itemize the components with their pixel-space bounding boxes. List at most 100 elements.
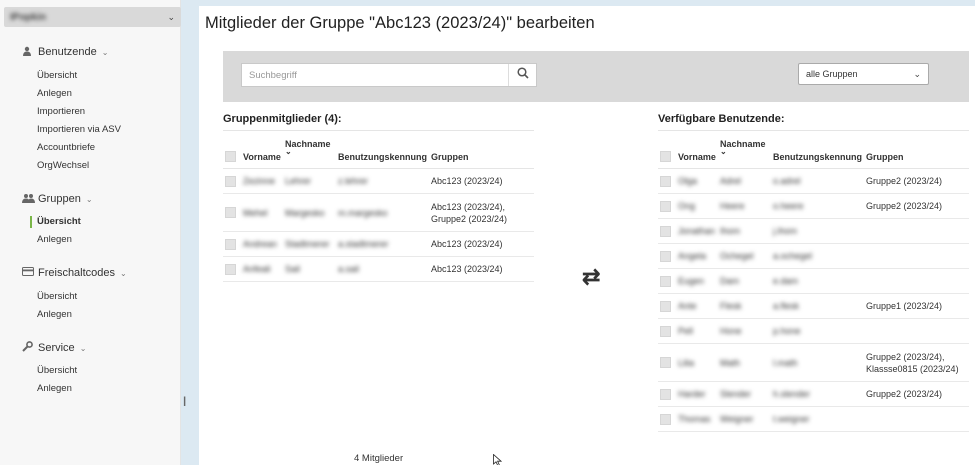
- row-checkbox[interactable]: [660, 200, 671, 212]
- column-gruppen[interactable]: Gruppen: [864, 130, 969, 169]
- table-row[interactable]: Harder Slender h.slender Gruppe2 (2023/2…: [658, 381, 969, 407]
- table-row[interactable]: Pell Hone p.hone: [658, 318, 969, 344]
- column-gruppen[interactable]: Gruppen: [429, 130, 534, 169]
- sidebar-item-orgwechsel[interactable]: OrgWechsel: [37, 160, 89, 171]
- sidebar-item-service-anlegen[interactable]: Anlegen: [37, 383, 72, 394]
- sidebar-item-gruppen-uebersicht[interactable]: Übersicht: [37, 216, 81, 227]
- table-row[interactable]: Eugen Dam e.dam: [658, 268, 969, 294]
- member-count: 4 Mitglieder: [354, 453, 404, 464]
- row-checkbox[interactable]: [225, 207, 236, 219]
- cell-nachname: Dam: [718, 268, 771, 294]
- sidebar-item-benutzende-uebersicht[interactable]: Übersicht: [37, 70, 77, 81]
- cell-vorname: Anfeali: [241, 256, 283, 282]
- column-nachname[interactable]: Nachname ⌄: [283, 130, 336, 169]
- chevron-down-icon: ⌄: [120, 268, 127, 278]
- table-row[interactable]: Angela Ochegel a.ochegel: [658, 243, 969, 269]
- user-icon: [22, 46, 36, 59]
- cell-vorname: Angela: [676, 243, 718, 269]
- cell-kennung: e.dam: [771, 268, 864, 294]
- cell-nachname: Margesko: [283, 193, 336, 232]
- cell-nachname: Ihom: [718, 218, 771, 244]
- row-checkbox[interactable]: [225, 263, 236, 275]
- sidebar-section-benutzende[interactable]: Benutzende ⌄: [22, 45, 108, 59]
- card-icon: [22, 267, 36, 279]
- cell-vorname: Andrean: [241, 231, 283, 257]
- cell-kennung: a.ochegel: [771, 243, 864, 269]
- column-nachname[interactable]: Nachname ⌄: [718, 130, 771, 169]
- cell-vorname: Harder: [676, 381, 718, 407]
- column-vorname[interactable]: Vorname: [241, 130, 283, 169]
- search-input[interactable]: [242, 64, 508, 86]
- group-filter-select[interactable]: alle Gruppen ⌄: [798, 63, 929, 85]
- row-checkbox[interactable]: [660, 250, 671, 262]
- cell-vorname: Mehel: [241, 193, 283, 232]
- sidebar-item-gruppen-anlegen[interactable]: Anlegen: [37, 234, 72, 245]
- cell-vorname: Zezinne: [241, 168, 283, 194]
- cell-kennung: o.heere: [771, 193, 864, 219]
- sidebar-item-service-uebersicht[interactable]: Übersicht: [37, 365, 77, 376]
- cell-kennung: h.slender: [771, 381, 864, 407]
- cell-kennung: z.lehrer: [336, 168, 429, 194]
- available-title: Verfügbare Benutzende:: [658, 113, 785, 125]
- cell-vorname: Lilia: [676, 343, 718, 382]
- select-all-checkbox[interactable]: [225, 151, 236, 162]
- cell-gruppen: [864, 218, 969, 244]
- select-all-checkbox[interactable]: [660, 151, 671, 162]
- column-kennung[interactable]: Benutzungskennung: [771, 130, 864, 169]
- table-row[interactable]: Lilia Math l.math Gruppe2 (2023/24), Kla…: [658, 343, 969, 382]
- cell-nachname: Ochegel: [718, 243, 771, 269]
- cell-nachname: Slender: [718, 381, 771, 407]
- cell-vorname: Eugen: [676, 268, 718, 294]
- cell-gruppen: Abc123 (2023/24): [429, 168, 534, 194]
- sidebar-item-importieren-asv[interactable]: Importieren via ASV: [37, 124, 121, 135]
- cell-kennung: a.flesk: [771, 293, 864, 319]
- sidebar-section-label: Service: [38, 342, 75, 354]
- chevron-down-icon: ⌄: [85, 194, 93, 204]
- table-row[interactable]: Olga Adrel o.adrel Gruppe2 (2023/24): [658, 168, 969, 194]
- table-row[interactable]: Ong Heere o.heere Gruppe2 (2023/24): [658, 193, 969, 219]
- sidebar-item-benutzende-anlegen[interactable]: Anlegen: [37, 88, 72, 99]
- row-checkbox[interactable]: [660, 225, 671, 237]
- row-checkbox[interactable]: [660, 325, 671, 337]
- table-row[interactable]: Anfeali Sail a.sail Abc123 (2023/24): [223, 256, 534, 282]
- table-row[interactable]: Jonathan Ihom j.ihom: [658, 218, 969, 244]
- search-button[interactable]: [508, 64, 536, 86]
- cell-vorname: Olga: [676, 168, 718, 194]
- sidebar-item-accountbriefe[interactable]: Accountbriefe: [37, 142, 95, 153]
- column-vorname[interactable]: Vorname: [676, 130, 718, 169]
- row-checkbox[interactable]: [660, 175, 671, 187]
- table-row[interactable]: Ante Flesk a.flesk Gruppe1 (2023/24): [658, 293, 969, 319]
- swap-icon[interactable]: ⇄: [582, 264, 600, 290]
- search-icon: [516, 66, 529, 84]
- table-row[interactable]: Andrean Stadtmerer a.stadtmerer Abc123 (…: [223, 231, 534, 257]
- table-row[interactable]: Zezinne Lehrer z.lehrer Abc123 (2023/24): [223, 168, 534, 194]
- sidebar-item-freischaltcodes-uebersicht[interactable]: Übersicht: [37, 291, 77, 302]
- cell-vorname: Ante: [676, 293, 718, 319]
- sidebar-section-service[interactable]: Service ⌄: [22, 341, 86, 355]
- sort-desc-icon: ⌄: [285, 147, 292, 156]
- row-checkbox[interactable]: [660, 357, 671, 369]
- row-checkbox[interactable]: [660, 413, 671, 425]
- sidebar-item-importieren[interactable]: Importieren: [37, 106, 85, 117]
- sidebar-resize-handle[interactable]: ||: [183, 396, 187, 407]
- sidebar-section-freischaltcodes[interactable]: Freischaltcodes ⌄: [22, 266, 127, 280]
- table-row[interactable]: Mehel Margesko m.margesko Abc123 (2023/2…: [223, 193, 534, 232]
- cell-kennung: p.hone: [771, 318, 864, 344]
- sidebar-section-label: Gruppen: [38, 193, 81, 205]
- sidebar-section-gruppen[interactable]: Gruppen ⌄: [22, 192, 93, 206]
- row-checkbox[interactable]: [225, 175, 236, 187]
- row-checkbox[interactable]: [225, 238, 236, 250]
- school-selector[interactable]: IPopkin ⌄: [4, 7, 181, 27]
- row-checkbox[interactable]: [660, 275, 671, 287]
- row-checkbox[interactable]: [660, 388, 671, 400]
- column-kennung[interactable]: Benutzungskennung: [336, 130, 429, 169]
- cell-vorname: Thomas: [676, 406, 718, 432]
- sidebar-item-freischaltcodes-anlegen[interactable]: Anlegen: [37, 309, 72, 320]
- table-row[interactable]: Thomas Weigner t.weigner: [658, 406, 969, 432]
- active-indicator: [30, 216, 32, 228]
- filter-bar: alle Gruppen ⌄: [223, 51, 969, 102]
- cell-nachname: Flesk: [718, 293, 771, 319]
- row-checkbox[interactable]: [660, 300, 671, 312]
- cell-kennung: m.margesko: [336, 193, 429, 232]
- cell-kennung: a.sail: [336, 256, 429, 282]
